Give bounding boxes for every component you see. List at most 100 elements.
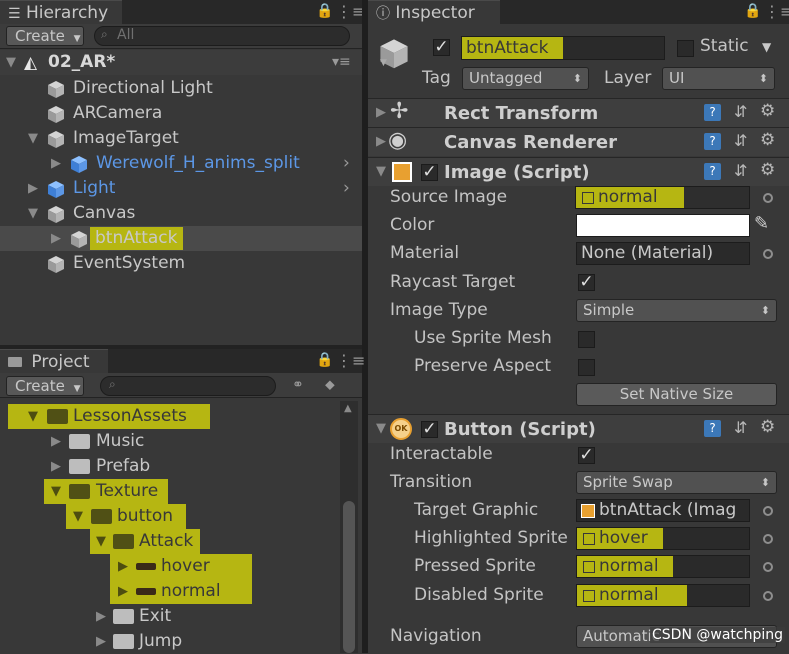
- set-native-size-button[interactable]: Set Native Size: [576, 383, 777, 406]
- project-asset-row[interactable]: ▶ hover: [0, 554, 340, 579]
- project-item-label: normal: [161, 581, 221, 601]
- target-graphic-field[interactable]: btnAttack (Imag: [576, 499, 750, 522]
- project-folder-row[interactable]: ▶ Jump: [0, 629, 340, 654]
- chevron-right-icon[interactable]: ›: [343, 176, 350, 201]
- filter-by-type-icon[interactable]: ⚭: [292, 377, 304, 393]
- object-picker-icon[interactable]: [763, 562, 773, 572]
- transition-value: Sprite Swap: [583, 473, 673, 491]
- project-folder-row[interactable]: ▶ Music: [0, 429, 340, 454]
- pressed-sprite-field[interactable]: normal: [576, 555, 750, 578]
- gear-icon[interactable]: ⚙: [760, 101, 775, 121]
- panel-menu-icon[interactable]: ⋮≡: [336, 2, 365, 21]
- project-folder-row[interactable]: ▼ button: [0, 504, 340, 529]
- help-icon[interactable]: ?: [704, 163, 721, 180]
- button-enabled-checkbox[interactable]: ✓: [421, 421, 438, 438]
- scroll-up-icon[interactable]: ▲: [344, 403, 352, 414]
- tab-hierarchy[interactable]: ☰ Hierarchy: [0, 0, 122, 24]
- active-checkbox[interactable]: ✓: [433, 39, 450, 56]
- project-folder-row[interactable]: ▼ LessonAssets: [0, 404, 340, 429]
- gear-icon[interactable]: ⚙: [760, 130, 775, 150]
- static-checkbox[interactable]: [677, 40, 694, 57]
- layer-dropdown[interactable]: UI ⬍: [662, 67, 775, 90]
- lock-icon[interactable]: 🔒: [316, 3, 333, 19]
- chevron-right-icon[interactable]: ›: [343, 151, 350, 176]
- scene-menu-icon[interactable]: ▾≡: [332, 50, 351, 75]
- object-picker-icon[interactable]: [763, 193, 773, 203]
- preset-icon[interactable]: ⇵: [734, 102, 747, 121]
- hierarchy-create-button[interactable]: Create ▼: [6, 26, 84, 46]
- sprite-ref-icon: [583, 533, 595, 545]
- eyedropper-icon[interactable]: ✎: [754, 213, 769, 234]
- help-icon[interactable]: ?: [704, 133, 721, 150]
- material-field[interactable]: None (Material): [576, 242, 750, 265]
- component-header-image[interactable]: ▼ ✓ Image (Script) ? ⇵ ⚙: [368, 157, 789, 186]
- source-image-field[interactable]: normal: [575, 186, 750, 209]
- project-create-button[interactable]: Create ▼: [6, 376, 84, 396]
- interactable-checkbox[interactable]: ✓: [578, 447, 595, 464]
- create-label: Create: [15, 377, 65, 395]
- collapse-arrow-icon: ▶: [51, 459, 61, 474]
- project-asset-row[interactable]: ▶ normal: [0, 579, 340, 604]
- object-picker-icon[interactable]: [763, 506, 773, 516]
- source-image-label: Source Image: [390, 187, 508, 207]
- panel-menu-icon[interactable]: ⋮≡: [764, 2, 789, 21]
- project-folder-row[interactable]: ▼ Texture: [0, 479, 340, 504]
- object-picker-icon[interactable]: [763, 249, 773, 259]
- lock-icon[interactable]: 🔒: [316, 352, 333, 368]
- disabled-sprite-field[interactable]: normal: [576, 584, 750, 607]
- expand-arrow-icon: ▼: [376, 421, 386, 436]
- preset-icon[interactable]: ⇵: [734, 131, 747, 150]
- expand-arrow-icon: ▼: [28, 131, 38, 146]
- gameobject-icon: [48, 206, 64, 223]
- preset-icon[interactable]: ⇵: [734, 418, 747, 437]
- gear-icon[interactable]: ⚙: [760, 417, 775, 437]
- preserve-aspect-checkbox[interactable]: [578, 359, 595, 376]
- panel-menu-icon[interactable]: ⋮≡: [336, 351, 365, 370]
- hierarchy-item[interactable]: Directional Light: [0, 76, 362, 101]
- hierarchy-item[interactable]: ▼ ImageTarget: [0, 126, 362, 151]
- help-icon[interactable]: ?: [704, 104, 721, 121]
- transition-dropdown[interactable]: Sprite Swap ⬍: [576, 471, 777, 494]
- scrollbar-thumb[interactable]: [343, 501, 355, 653]
- tab-project[interactable]: Project: [0, 349, 108, 373]
- help-icon[interactable]: ?: [704, 420, 721, 437]
- scene-row[interactable]: ▼ ◭ 02_AR* ▾≡: [0, 50, 362, 75]
- gear-icon[interactable]: ⚙: [760, 160, 775, 180]
- hierarchy-item[interactable]: ▶ Light ›: [0, 176, 362, 201]
- component-header-button[interactable]: ▼ OK ✓ Button (Script) ? ⇵ ⚙: [368, 414, 789, 443]
- highlighted-sprite-field[interactable]: hover: [576, 527, 750, 550]
- dropdown-arrow-icon[interactable]: ▼: [380, 58, 387, 68]
- hierarchy-item[interactable]: EventSystem: [0, 251, 362, 276]
- component-header-rect-transform[interactable]: ▶ ✢ Rect Transform ? ⇵ ⚙: [368, 98, 789, 127]
- project-folder-row[interactable]: ▶ Prefab: [0, 454, 340, 479]
- hierarchy-item[interactable]: ▶ Werewolf_H_anims_split ›: [0, 151, 362, 176]
- component-header-canvas-renderer[interactable]: ▶ ◉ Canvas Renderer ? ⇵ ⚙: [368, 127, 789, 156]
- object-picker-icon[interactable]: [763, 534, 773, 544]
- object-picker-icon[interactable]: [763, 591, 773, 601]
- color-swatch[interactable]: [576, 214, 750, 237]
- use-sprite-mesh-checkbox[interactable]: [578, 331, 595, 348]
- hierarchy-item[interactable]: ARCamera: [0, 101, 362, 126]
- static-dropdown-icon[interactable]: ▼: [762, 40, 771, 54]
- hierarchy-search-input[interactable]: ⌕ All: [94, 26, 350, 46]
- collapse-arrow-icon: ▶: [376, 105, 386, 120]
- preset-icon[interactable]: ⇵: [734, 161, 747, 180]
- raycast-target-checkbox[interactable]: ✓: [578, 274, 595, 291]
- search-icon: ⌕: [109, 377, 116, 391]
- hierarchy-item[interactable]: ▼ Canvas: [0, 201, 362, 226]
- object-name-field[interactable]: btnAttack: [461, 36, 665, 60]
- image-enabled-checkbox[interactable]: ✓: [421, 164, 438, 181]
- hierarchy-item-selected[interactable]: ▶ btnAttack: [0, 226, 362, 251]
- project-scrollbar[interactable]: ▲: [340, 401, 358, 653]
- image-type-dropdown[interactable]: Simple ⬍: [576, 299, 777, 322]
- tab-inspector[interactable]: ⓘ Inspector: [368, 0, 500, 24]
- lock-icon[interactable]: 🔒: [744, 3, 761, 19]
- project-folder-row[interactable]: ▼ Attack: [0, 529, 340, 554]
- project-search-input[interactable]: ⌕: [100, 376, 276, 396]
- project-folder-row[interactable]: ▶ Exit: [0, 604, 340, 629]
- tag-dropdown[interactable]: Untagged ⬍: [462, 67, 589, 90]
- expand-arrow-icon: ▼: [51, 484, 61, 499]
- filter-by-label-icon[interactable]: ⬥: [325, 377, 335, 393]
- scene-name: 02_AR*: [48, 52, 116, 72]
- disabled-sprite-label: Disabled Sprite: [414, 585, 544, 605]
